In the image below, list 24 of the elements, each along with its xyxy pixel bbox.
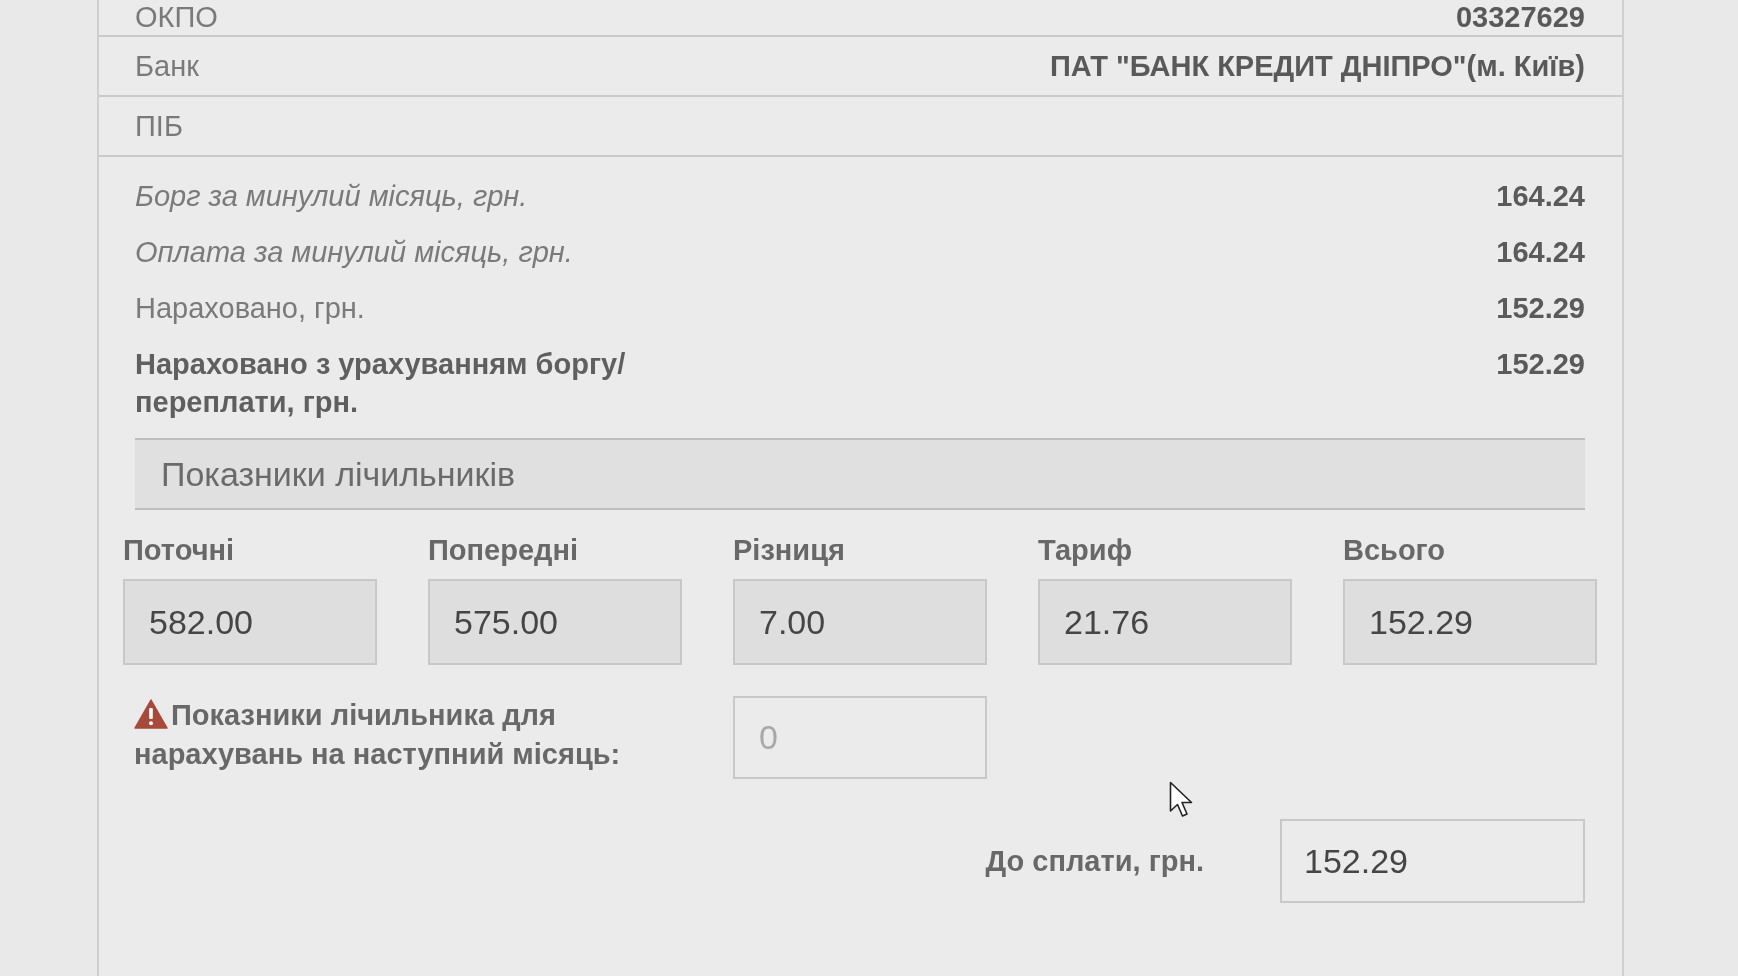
field-label: ПІБ [135, 109, 183, 143]
field-value: 03327629 [1455, 1, 1585, 34]
amount-label: Нараховано, грн. [135, 291, 365, 326]
column-label: Тариф [1038, 534, 1133, 567]
column-label: Поточні [123, 534, 235, 567]
amount-value: 164.24 [1496, 235, 1585, 270]
payment-field[interactable]: 152.29 [1280, 819, 1585, 903]
field-label: ОКПО [135, 1, 218, 34]
next-reading-label: Показники лічильника для нарахувань на наступний місяць: [134, 699, 621, 770]
field-value: ПАТ "БАНК КРЕДИТ ДНІПРО"(м. Київ) [1049, 49, 1585, 83]
column-label: Різниця [733, 534, 845, 567]
payment-label: До сплати, грн. [985, 844, 1204, 878]
mouse-pointer-icon [1169, 781, 1193, 818]
column-label: Всього [1343, 534, 1446, 567]
field-label: Банк [135, 49, 199, 83]
amount-label: Нараховано з урахуванням боргу/ переплати, грн. [135, 347, 627, 420]
amount-value: 152.29 [1496, 291, 1585, 326]
amount-label: Борг за минулий місяць, грн. [135, 179, 528, 214]
amount-value: 164.24 [1496, 179, 1585, 214]
amount-value: 152.29 [1496, 347, 1585, 382]
column-label: Попередні [428, 534, 579, 567]
next-reading-field[interactable]: 0 [733, 696, 987, 779]
section-header: Показники лічильників [135, 438, 1585, 510]
amount-label: Оплата за минулий місяць, грн. [135, 235, 573, 270]
